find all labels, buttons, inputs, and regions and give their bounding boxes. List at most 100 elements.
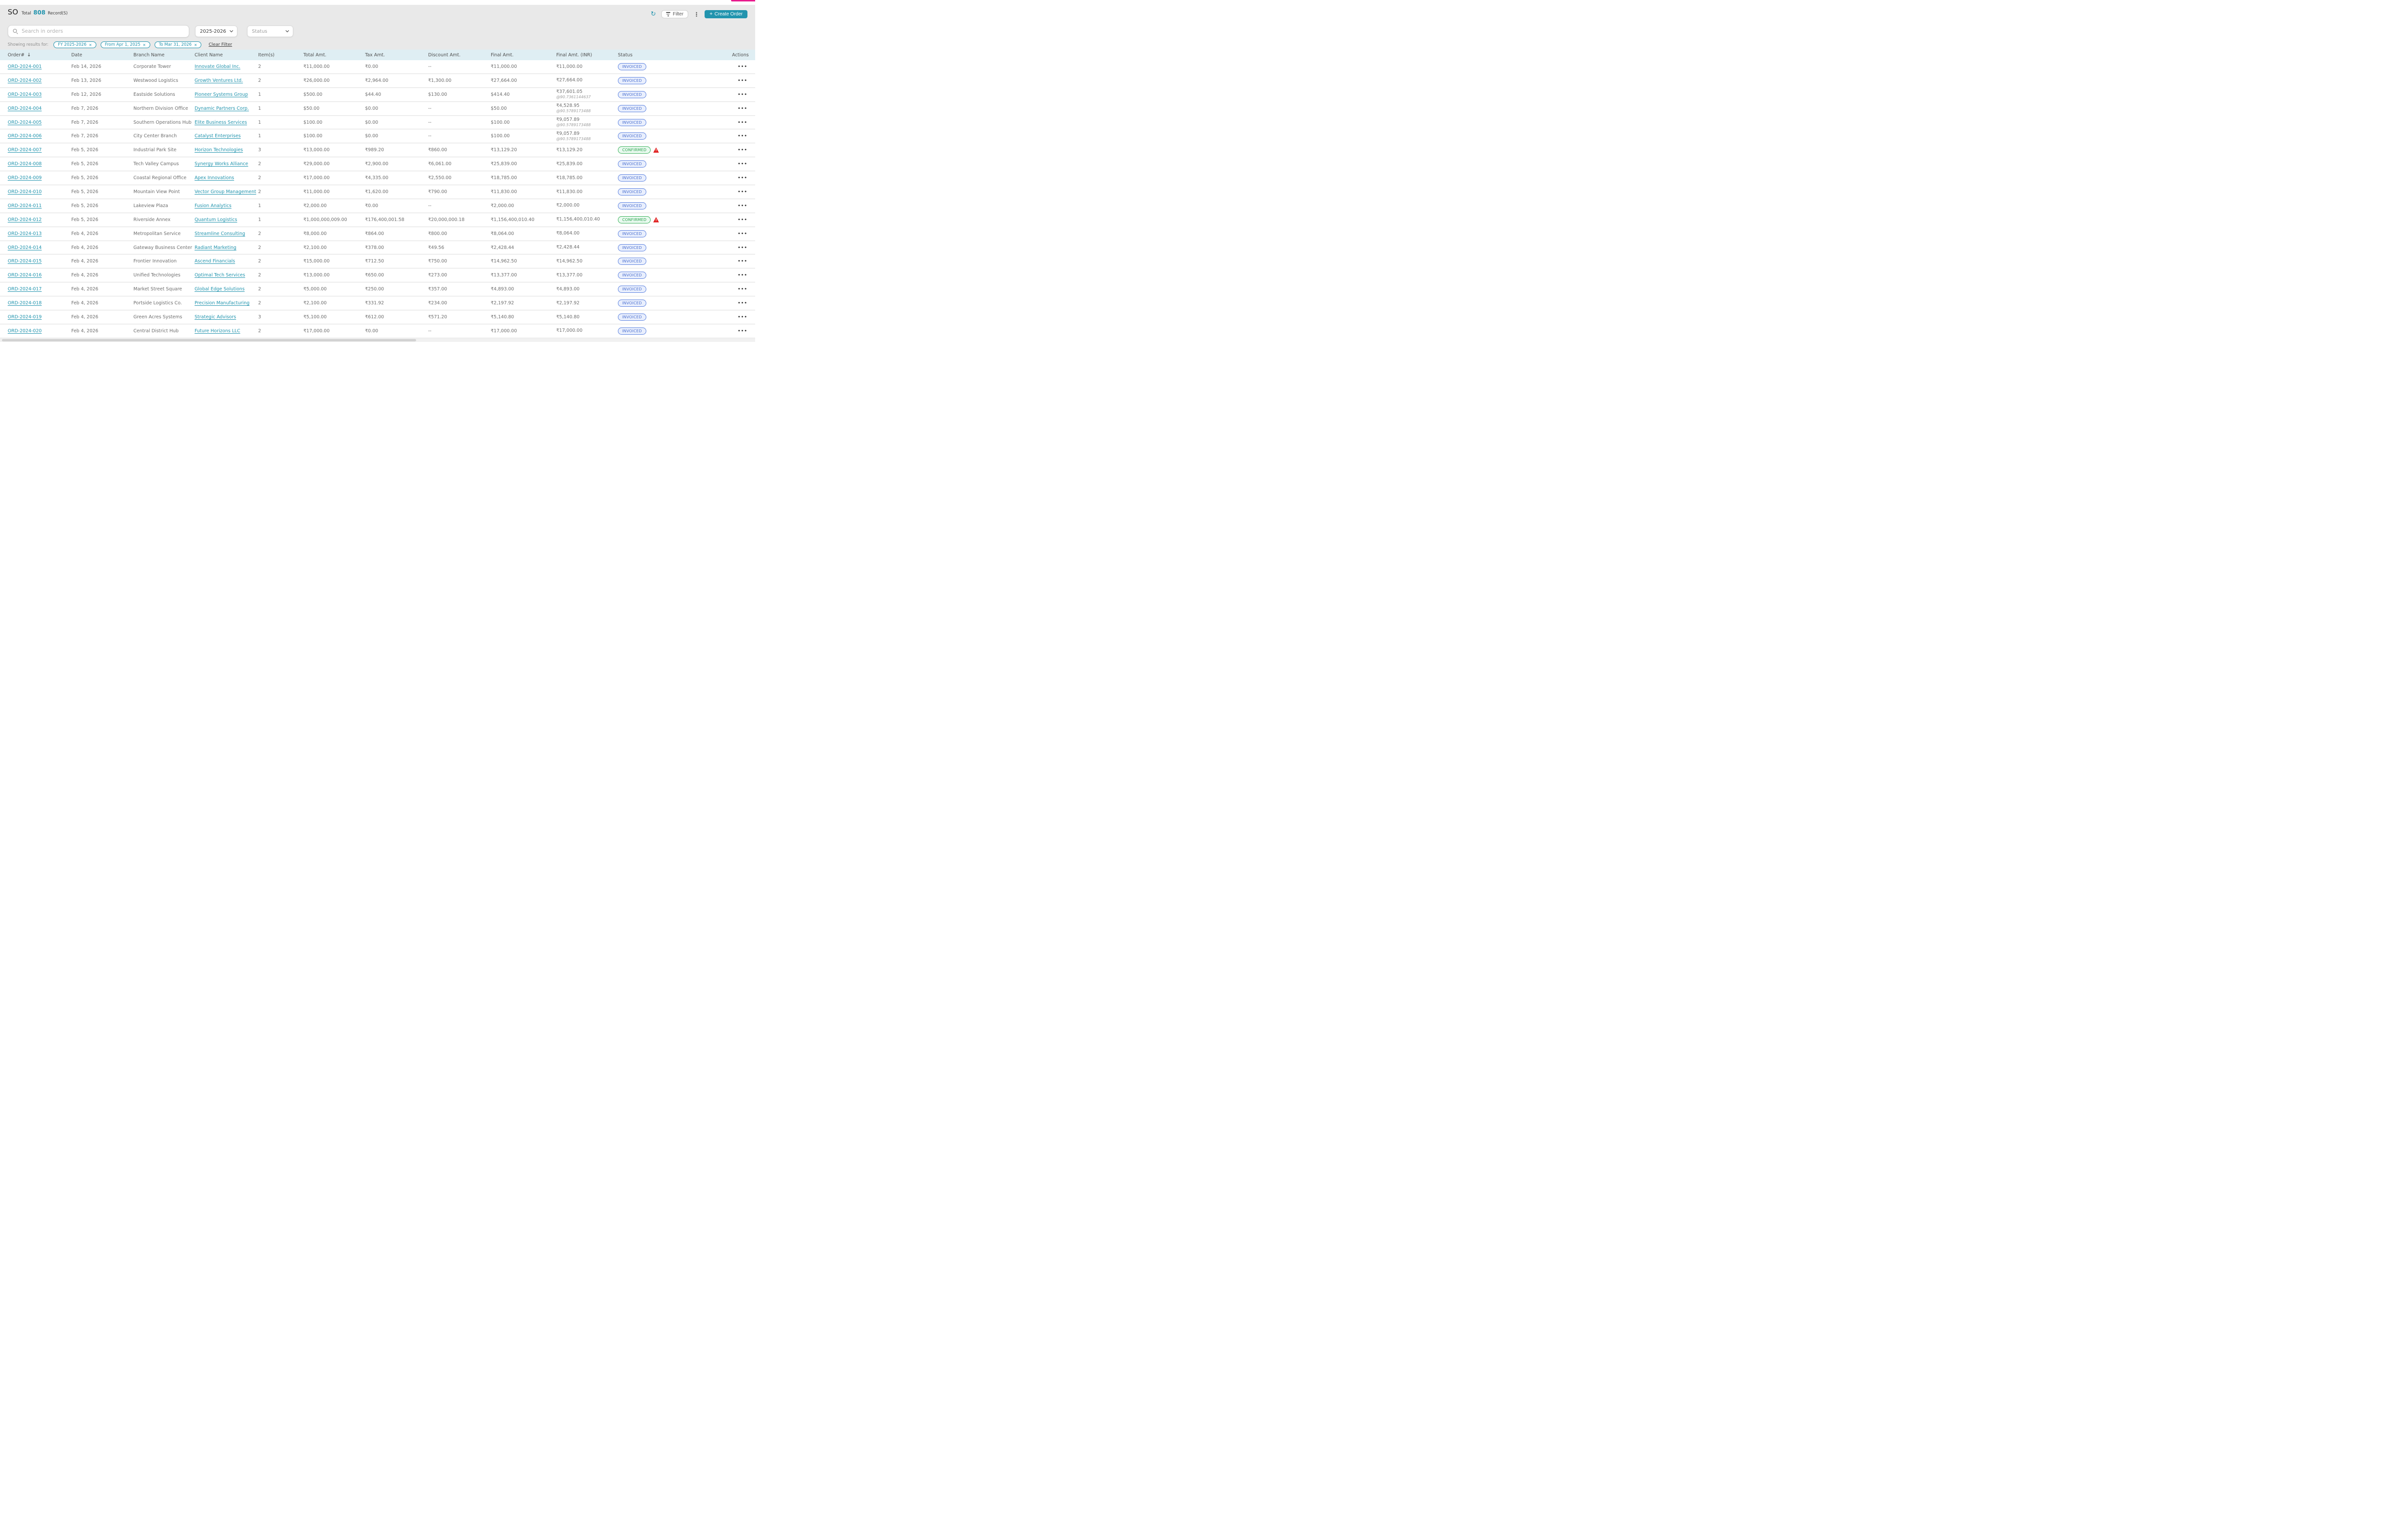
client-name-link[interactable]: Global Edge Solutions — [195, 287, 245, 292]
order-number-link[interactable]: ORD-2024-020 — [8, 328, 42, 334]
search-box[interactable] — [8, 25, 189, 38]
row-actions-icon[interactable]: ••• — [738, 134, 747, 139]
col-final-amt: Final Amt. — [491, 52, 514, 58]
close-icon[interactable]: ✕ — [143, 43, 145, 47]
row-actions-icon[interactable]: ••• — [738, 273, 747, 278]
client-name-link[interactable]: Catalyst Enterprises — [195, 133, 241, 139]
order-number-link[interactable]: ORD-2024-017 — [8, 287, 42, 292]
order-number-link[interactable]: ORD-2024-002 — [8, 78, 42, 83]
row-actions-icon[interactable]: ••• — [738, 162, 747, 167]
client-name-link[interactable]: Pioneer Systems Group — [195, 92, 248, 97]
status-cell: INVOICED ! — [618, 91, 732, 98]
filter-chip-fy[interactable]: FY 2025-2026 ✕ — [53, 41, 96, 48]
client-name-link[interactable]: Ascend Financials — [195, 259, 235, 264]
order-number-link[interactable]: ORD-2024-015 — [8, 259, 42, 264]
row-actions-icon[interactable]: ••• — [738, 120, 747, 125]
client-name-link[interactable]: Optimal Tech Services — [195, 273, 245, 278]
col-order-number[interactable]: Order# ↓ — [8, 52, 71, 58]
order-number-link[interactable]: ORD-2024-007 — [8, 147, 42, 153]
actions-cell: ••• — [732, 189, 747, 195]
order-number-link[interactable]: ORD-2024-018 — [8, 300, 42, 306]
order-number-link[interactable]: ORD-2024-005 — [8, 120, 42, 125]
filter-chip-from-date[interactable]: From Apr 1, 2025 ✕ — [100, 41, 150, 48]
order-number-link[interactable]: ORD-2024-014 — [8, 245, 42, 250]
client-name-link[interactable]: Innovate Global Inc. — [195, 64, 240, 69]
row-actions-icon[interactable]: ••• — [738, 315, 747, 320]
final-amount: ₹13,129.20 — [491, 147, 517, 153]
client-name-link[interactable]: Fusion Analytics — [195, 203, 232, 209]
client-name-link[interactable]: Quantum Logistics — [195, 217, 237, 222]
row-actions-icon[interactable]: ••• — [738, 65, 747, 69]
kebab-menu-icon[interactable]: ⋮ — [694, 12, 699, 17]
clear-filter-link[interactable]: Clear Filter — [209, 42, 232, 47]
client-name-link[interactable]: Growth Ventures Ltd. — [195, 78, 243, 83]
row-actions-icon[interactable]: ••• — [738, 246, 747, 250]
row-actions-icon[interactable]: ••• — [738, 148, 747, 153]
actions-cell: ••• — [732, 300, 747, 306]
total-amount: $50.00 — [303, 105, 320, 111]
order-number-link[interactable]: ORD-2024-003 — [8, 92, 42, 97]
order-number-link[interactable]: ORD-2024-008 — [8, 161, 42, 167]
final-amount-inr-cell: ₹5,140.80 — [556, 314, 618, 320]
discount-amount: -- — [428, 64, 432, 69]
order-number-link[interactable]: ORD-2024-009 — [8, 175, 42, 181]
scrollbar-thumb[interactable] — [2, 339, 416, 341]
row-actions-icon[interactable]: ••• — [738, 190, 747, 195]
create-order-button[interactable]: + Create Order — [705, 10, 747, 18]
final-amount: ₹4,893.00 — [491, 287, 514, 292]
row-actions-icon[interactable]: ••• — [738, 301, 747, 306]
client-name-link[interactable]: Elite Business Services — [195, 120, 247, 125]
row-actions-icon[interactable]: ••• — [738, 92, 747, 97]
total-amount: $500.00 — [303, 91, 323, 97]
row-actions-icon[interactable]: ••• — [738, 176, 747, 181]
order-number-link[interactable]: ORD-2024-013 — [8, 231, 42, 236]
status-cell: INVOICED ! — [618, 160, 732, 168]
actions-cell: ••• — [732, 175, 747, 181]
client-name-link[interactable]: Vector Group Management — [195, 189, 256, 195]
filter-button[interactable]: Filter — [661, 10, 689, 18]
row-actions-icon[interactable]: ••• — [738, 259, 747, 264]
order-number-link[interactable]: ORD-2024-001 — [8, 64, 42, 69]
client-name-link[interactable]: Precision Manufacturing — [195, 300, 249, 306]
status-cell: INVOICED ! — [618, 188, 732, 196]
row-actions-icon[interactable]: ••• — [738, 329, 747, 334]
order-number-link[interactable]: ORD-2024-011 — [8, 203, 42, 209]
row-actions-icon[interactable]: ••• — [738, 218, 747, 222]
order-number-link[interactable]: ORD-2024-006 — [8, 133, 42, 139]
client-name-link[interactable]: Dynamic Partners Corp. — [195, 106, 249, 111]
filter-chip-to-date[interactable]: To Mar 31, 2026 ✕ — [154, 41, 202, 48]
order-number-link[interactable]: ORD-2024-016 — [8, 273, 42, 278]
fiscal-year-dropdown[interactable]: 2025-2026 — [195, 26, 237, 37]
row-actions-icon[interactable]: ••• — [738, 287, 747, 292]
search-input[interactable] — [22, 28, 184, 34]
client-name-link[interactable]: Streamline Consulting — [195, 231, 245, 236]
order-number-link[interactable]: ORD-2024-012 — [8, 217, 42, 222]
horizontal-scrollbar[interactable] — [0, 339, 755, 342]
row-actions-icon[interactable]: ••• — [738, 232, 747, 236]
row-actions-icon[interactable]: ••• — [738, 78, 747, 83]
client-name-link[interactable]: Strategic Advisors — [195, 314, 236, 320]
close-icon[interactable]: ✕ — [194, 43, 197, 47]
client-name-link[interactable]: Synergy Works Alliance — [195, 161, 248, 167]
client-name-link[interactable]: Future Horizons LLC — [195, 328, 240, 334]
row-actions-icon[interactable]: ••• — [738, 204, 747, 209]
actions-cell: ••• — [732, 245, 747, 250]
actions-cell: ••• — [732, 203, 747, 209]
final-amount-inr-cell: ₹1,156,400,010.40 — [556, 217, 618, 222]
client-name-link[interactable]: Horizon Technologies — [195, 147, 243, 153]
client-name-link[interactable]: Radiant Marketing — [195, 245, 236, 250]
sort-desc-icon[interactable]: ↓ — [27, 52, 31, 58]
refresh-icon[interactable]: ↻ — [651, 11, 656, 17]
order-number-link[interactable]: ORD-2024-010 — [8, 189, 42, 195]
discount-amount: -- — [428, 203, 432, 209]
order-date: Feb 5, 2026 — [71, 161, 99, 167]
order-number-link[interactable]: ORD-2024-019 — [8, 314, 42, 320]
close-icon[interactable]: ✕ — [89, 43, 92, 47]
table-row: ORD-2024-014 Feb 4, 2026 Gateway Busines… — [0, 241, 755, 255]
row-actions-icon[interactable]: ••• — [738, 106, 747, 111]
branch-name: Coastal Regional Office — [133, 175, 187, 181]
order-date: Feb 5, 2026 — [71, 189, 99, 195]
client-name-link[interactable]: Apex Innovations — [195, 175, 234, 181]
order-number-link[interactable]: ORD-2024-004 — [8, 106, 42, 111]
status-dropdown[interactable]: Status — [247, 26, 293, 37]
